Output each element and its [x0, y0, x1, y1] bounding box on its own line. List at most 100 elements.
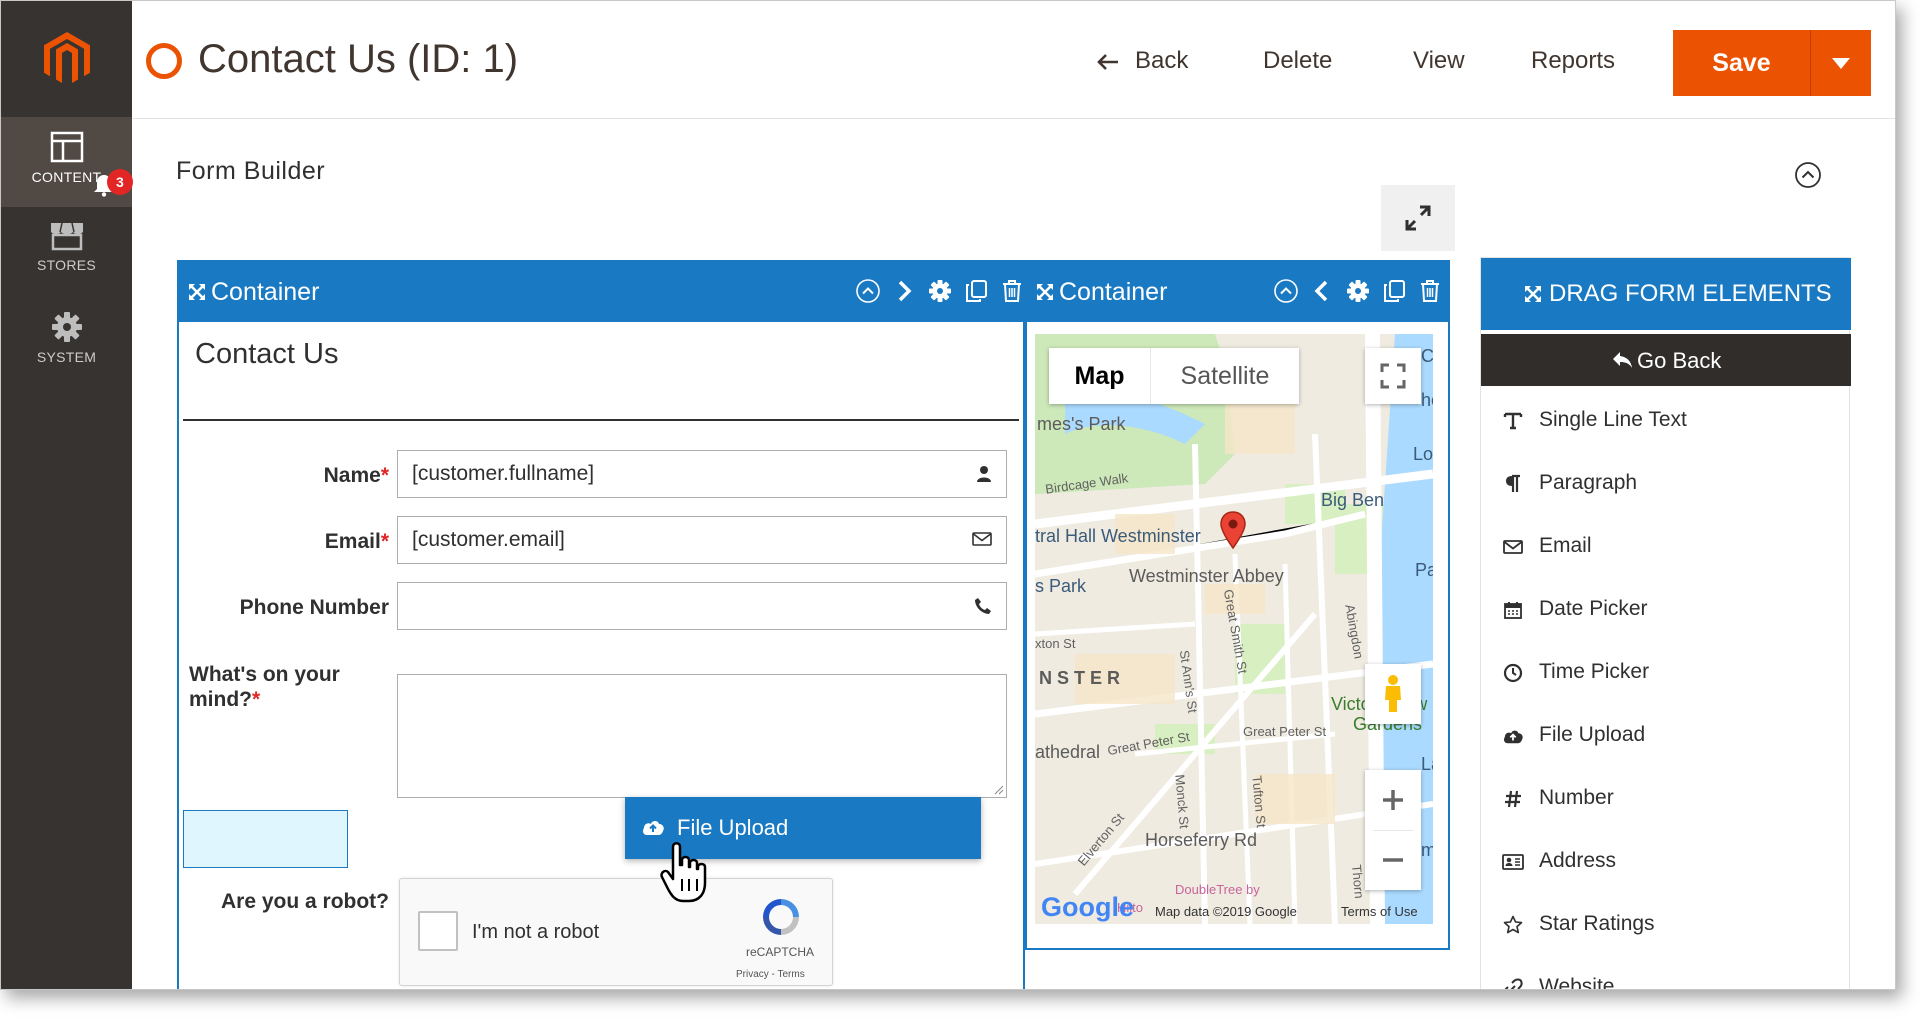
sidebar-item-label: STORES	[36, 257, 97, 273]
reply-arrow-icon	[1613, 352, 1632, 368]
element-email[interactable]: Email	[1481, 514, 1851, 577]
chevron-up-circle-icon[interactable]	[1273, 278, 1299, 304]
map-label: s Park	[1035, 576, 1087, 596]
google-map[interactable]: mes's Park Birdcage Walk tral Hall Westm…	[1035, 334, 1433, 924]
link-icon	[1501, 976, 1525, 989]
recaptcha-terms-link[interactable]: Privacy - Terms	[736, 969, 805, 980]
calendar-icon	[1501, 598, 1525, 622]
envelope-icon	[972, 532, 992, 546]
drag-label: File Upload	[677, 815, 789, 840]
fullscreen-icon	[1380, 363, 1406, 389]
element-date-picker[interactable]: Date Picker	[1481, 577, 1851, 640]
gear-icon[interactable]	[927, 278, 953, 304]
form-title: Contact Us	[195, 338, 339, 370]
magento-logo[interactable]	[1, 1, 132, 117]
map-label: C	[1421, 346, 1433, 366]
element-number[interactable]: Number	[1481, 766, 1851, 829]
trash-icon[interactable]	[1417, 278, 1443, 304]
map-terms-link[interactable]: Terms of Use	[1341, 904, 1418, 919]
page-title: Contact Us (ID: 1)	[198, 37, 519, 81]
paragraph-icon	[1501, 472, 1525, 496]
back-button[interactable]: Back	[1097, 47, 1188, 75]
name-label: Name*	[323, 464, 389, 487]
drop-placeholder[interactable]	[183, 810, 348, 868]
map-label: mb	[1421, 840, 1433, 861]
map-label: tral Hall Westminster	[1035, 526, 1201, 546]
zoom-in-button[interactable]	[1365, 770, 1421, 830]
copy-icon[interactable]	[1381, 278, 1407, 304]
chevron-left-icon[interactable]	[1309, 278, 1335, 304]
street-label: DoubleTree by	[1175, 882, 1260, 897]
container-title: Container	[211, 278, 320, 306]
cloud-upload-icon	[643, 821, 664, 835]
caret-down-icon[interactable]	[1832, 58, 1850, 69]
save-button[interactable]: Save	[1673, 30, 1810, 96]
element-address[interactable]: Address	[1481, 829, 1851, 892]
map-type-satellite-button[interactable]: Satellite	[1151, 348, 1299, 404]
gear-icon[interactable]	[1345, 278, 1371, 304]
sidebar-item-stores[interactable]: STORES	[1, 207, 132, 297]
element-paragraph[interactable]: Paragraph	[1481, 451, 1851, 514]
container-toolbar	[1273, 278, 1443, 304]
delete-button[interactable]: Delete	[1263, 47, 1332, 75]
email-field[interactable]: [customer.email]	[397, 516, 1007, 564]
save-split-button[interactable]: Save	[1673, 30, 1871, 96]
copy-icon[interactable]	[963, 278, 989, 304]
map-pin-icon[interactable]	[1219, 510, 1247, 550]
move-arrows-icon	[1525, 286, 1541, 302]
chevron-up-circle-icon[interactable]	[855, 278, 881, 304]
element-star-ratings[interactable]: Star Ratings	[1481, 892, 1851, 955]
gear-icon	[51, 312, 82, 342]
panel-header: DRAG FORM ELEMENTS	[1481, 258, 1851, 330]
sidebar-item-content[interactable]: CONTENT 3	[1, 117, 133, 207]
trash-icon[interactable]	[999, 278, 1025, 304]
admin-sidebar: CONTENT 3 STORES SYSTEM	[1, 1, 133, 989]
text-icon	[1501, 409, 1525, 433]
resize-handle-icon[interactable]	[994, 785, 1004, 795]
map-label: Lo	[1413, 444, 1433, 464]
map-label: Horseferry Rd	[1145, 830, 1258, 850]
street-view-pegman[interactable]	[1365, 664, 1421, 724]
cloud-upload-icon	[1501, 724, 1525, 748]
message-textarea[interactable]	[397, 674, 1007, 798]
app-window: CONTENT 3 STORES SYSTEM Contact Us (ID: …	[0, 0, 1896, 990]
element-file-upload[interactable]: File Upload	[1481, 703, 1851, 766]
go-back-button[interactable]: Go Back	[1481, 334, 1851, 386]
phone-label: Phone Number	[239, 596, 389, 619]
phone-field[interactable]	[397, 582, 1007, 630]
sidebar-item-system[interactable]: SYSTEM	[1, 297, 132, 387]
name-field[interactable]: [customer.fullname]	[397, 450, 1007, 498]
element-single-line-text[interactable]: Single Line Text	[1481, 388, 1851, 451]
view-button[interactable]: View	[1413, 47, 1465, 75]
container-toolbar	[855, 278, 1025, 304]
form-container-right[interactable]: Container mes's Park Birdcage Walk tral …	[1025, 260, 1450, 950]
move-arrows-icon[interactable]	[1035, 282, 1055, 302]
map-label: La	[1421, 754, 1433, 774]
title-divider	[183, 419, 1019, 421]
panel-title: DRAG FORM ELEMENTS	[1549, 280, 1832, 307]
minus-icon	[1383, 858, 1403, 862]
pegman-icon	[1385, 675, 1401, 712]
zoom-control	[1365, 770, 1421, 890]
chevron-up-circle-icon[interactable]	[1794, 161, 1822, 189]
email-label: Email*	[324, 530, 389, 553]
map-label: Westminster Abbey	[1129, 566, 1284, 586]
clock-icon	[1501, 661, 1525, 685]
street-label: Great Peter St	[1243, 724, 1327, 739]
element-time-picker[interactable]: Time Picker	[1481, 640, 1851, 703]
reports-button[interactable]: Reports	[1531, 47, 1615, 75]
element-website[interactable]: Website	[1481, 955, 1851, 989]
user-icon	[977, 466, 991, 482]
map-fullscreen-button[interactable]	[1365, 348, 1421, 404]
recaptcha-text: I'm not a robot	[472, 921, 600, 943]
recaptcha-checkbox[interactable]	[418, 911, 458, 951]
chevron-right-icon[interactable]	[891, 278, 917, 304]
move-arrows-icon[interactable]	[187, 282, 207, 302]
form-container-left[interactable]: Container Contact Us Name* [customer.ful…	[177, 260, 1025, 989]
map-label: Pa	[1415, 560, 1433, 580]
map-attribution: Map data ©2019 Google	[1155, 904, 1297, 919]
address-card-icon	[1501, 850, 1525, 874]
fullscreen-toggle[interactable]	[1381, 185, 1455, 251]
map-type-map-button[interactable]: Map	[1049, 348, 1151, 404]
zoom-out-button[interactable]	[1365, 830, 1421, 890]
